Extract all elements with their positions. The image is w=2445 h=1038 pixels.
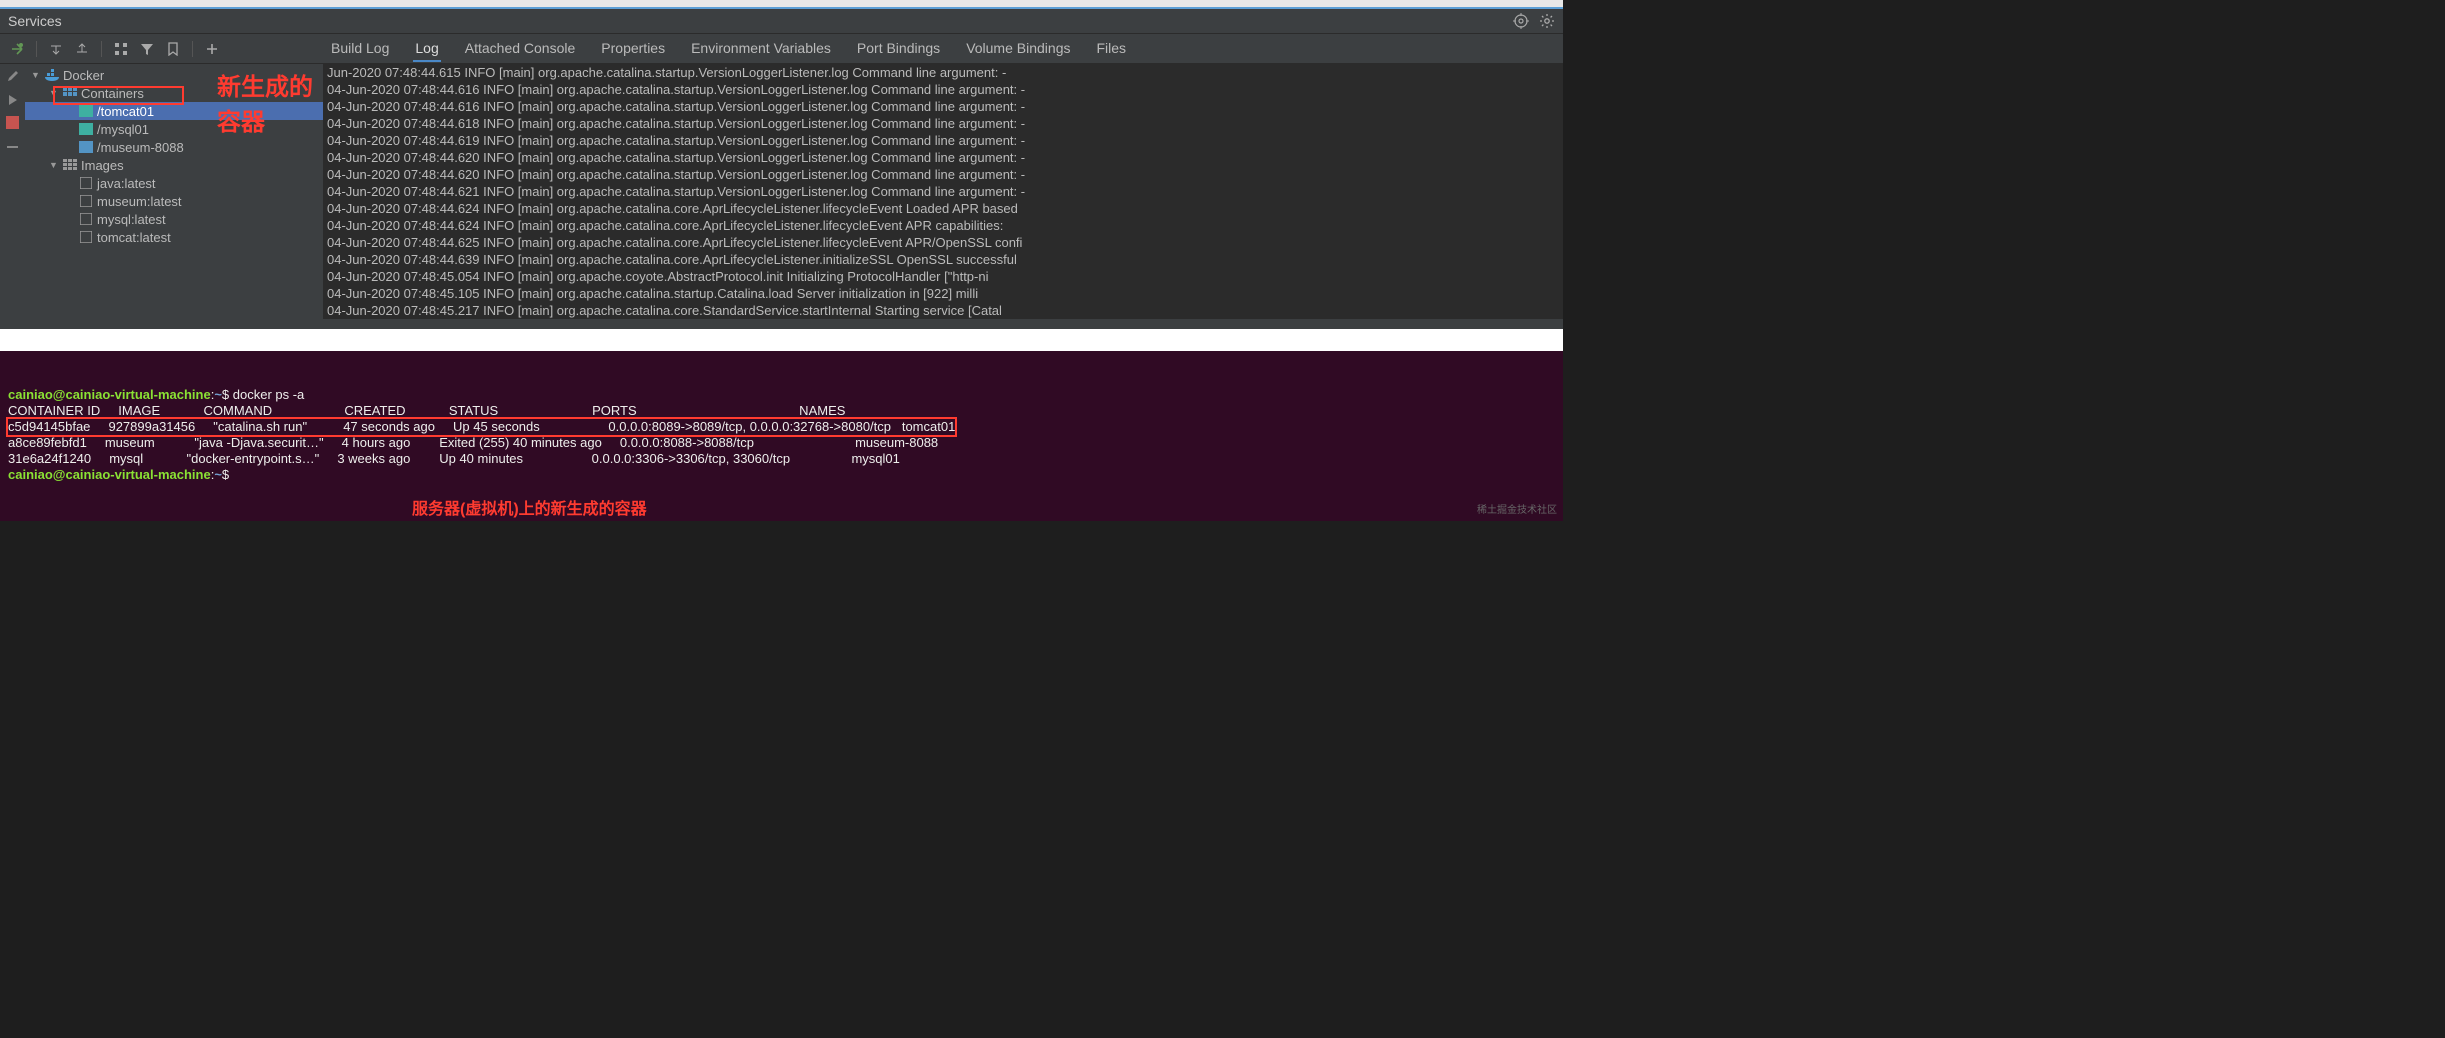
tree-label: tomcat:latest: [97, 230, 171, 245]
tree-images[interactable]: ▼ Images: [25, 156, 323, 174]
panel-title: Services: [8, 13, 62, 29]
tabs: Build Log Log Attached Console Propertie…: [323, 34, 1563, 64]
tab-port-bindings[interactable]: Port Bindings: [855, 36, 942, 62]
tree-pane: 新生成的容器 ▼ Docker ▼ Containers /tomcat01 /…: [25, 64, 323, 329]
main-pane: Build Log Log Attached Console Propertie…: [323, 64, 1563, 329]
log-line: 04-Jun-2020 07:48:45.054 INFO [main] org…: [327, 268, 1559, 285]
tree-label: Containers: [81, 86, 144, 101]
log-line: 04-Jun-2020 07:48:44.624 INFO [main] org…: [327, 200, 1559, 217]
log-line: Jun-2020 07:48:44.615 INFO [main] org.ap…: [327, 64, 1559, 81]
tree-image-mysql[interactable]: mysql:latest: [25, 210, 323, 228]
grid-icon[interactable]: [110, 38, 132, 60]
tree-label: /mysql01: [97, 122, 149, 137]
log-line: 04-Jun-2020 07:48:44.620 INFO [main] org…: [327, 166, 1559, 183]
tree-label: mysql:latest: [97, 212, 166, 227]
container-running-icon: [79, 105, 93, 117]
tab-build-log[interactable]: Build Log: [329, 36, 391, 62]
terminal[interactable]: cainiao@cainiao-virtual-machine:~$ docke…: [0, 351, 1563, 521]
docker-icon: [45, 69, 59, 81]
tree-label: Docker: [63, 68, 104, 83]
title-strip: [0, 0, 1563, 9]
play-icon[interactable]: [6, 93, 19, 106]
tab-log[interactable]: Log: [413, 36, 440, 62]
tree-label: /museum-8088: [97, 140, 184, 155]
bookmark-icon[interactable]: [162, 38, 184, 60]
add-icon[interactable]: [201, 38, 223, 60]
tree-label: museum:latest: [97, 194, 182, 209]
tree-root-docker[interactable]: ▼ Docker: [25, 66, 323, 84]
tree-label: /tomcat01: [97, 104, 154, 119]
log-line: 04-Jun-2020 07:48:44.625 INFO [main] org…: [327, 234, 1559, 251]
tree-container-tomcat01[interactable]: /tomcat01: [25, 102, 323, 120]
log-line: 04-Jun-2020 07:48:44.620 INFO [main] org…: [327, 149, 1559, 166]
log-area[interactable]: Jun-2020 07:48:44.615 INFO [main] org.ap…: [323, 64, 1563, 319]
stop-icon[interactable]: [6, 116, 19, 129]
filter-icon[interactable]: [136, 38, 158, 60]
gear-icon[interactable]: [1539, 13, 1555, 29]
log-line: 04-Jun-2020 07:48:44.616 INFO [main] org…: [327, 98, 1559, 115]
terminal-prompt: cainiao@cainiao-virtual-machine:~$ docke…: [8, 387, 1555, 403]
minus-icon[interactable]: [6, 141, 19, 154]
log-line: 04-Jun-2020 07:48:44.621 INFO [main] org…: [327, 183, 1559, 200]
tree-container-mysql01[interactable]: /mysql01: [25, 120, 323, 138]
image-icon: [79, 231, 93, 243]
image-icon: [79, 177, 93, 189]
tab-properties[interactable]: Properties: [599, 36, 667, 62]
edit-icon[interactable]: [6, 70, 19, 83]
separator: [192, 41, 193, 57]
log-line: 04-Jun-2020 07:48:44.619 INFO [main] org…: [327, 132, 1559, 149]
separator: [36, 41, 37, 57]
annotation-bottom: 服务器(虚拟机)上的新生成的容器: [412, 502, 647, 518]
tab-files[interactable]: Files: [1094, 36, 1128, 62]
target-icon[interactable]: [1513, 13, 1529, 29]
terminal-prompt: cainiao@cainiao-virtual-machine:~$: [8, 467, 1555, 483]
tree-label: Images: [81, 158, 124, 173]
gutter: [0, 64, 25, 329]
tree-image-museum[interactable]: museum:latest: [25, 192, 323, 210]
containers-icon: [63, 87, 77, 99]
collapse-all-icon[interactable]: [71, 38, 93, 60]
log-line: 04-Jun-2020 07:48:44.639 INFO [main] org…: [327, 251, 1559, 268]
tree-label: java:latest: [97, 176, 156, 191]
chevron-down-icon: ▼: [49, 160, 59, 170]
container-running-icon: [79, 123, 93, 135]
run-icon[interactable]: [6, 38, 28, 60]
separator: [101, 41, 102, 57]
log-line: 04-Jun-2020 07:48:45.217 INFO [main] org…: [327, 302, 1559, 319]
container-stopped-icon: [79, 141, 93, 153]
log-line: 04-Jun-2020 07:48:44.618 INFO [main] org…: [327, 115, 1559, 132]
tree-image-tomcat[interactable]: tomcat:latest: [25, 228, 323, 246]
panel-header: Services: [0, 9, 1563, 34]
tab-env-vars[interactable]: Environment Variables: [689, 36, 833, 62]
tree-container-museum[interactable]: /museum-8088: [25, 138, 323, 156]
gap: [0, 329, 1563, 351]
expand-all-icon[interactable]: [45, 38, 67, 60]
terminal-row: 31e6a24f1240 mysql "docker-entrypoint.s……: [8, 451, 1555, 467]
tree-image-java[interactable]: java:latest: [25, 174, 323, 192]
tab-attached-console[interactable]: Attached Console: [463, 36, 578, 62]
scrollbar[interactable]: [323, 319, 1563, 329]
terminal-row: a8ce89febfd1 museum "java -Djava.securit…: [8, 435, 1555, 451]
chevron-down-icon: ▼: [31, 70, 41, 80]
log-line: 04-Jun-2020 07:48:44.616 INFO [main] org…: [327, 81, 1559, 98]
image-icon: [79, 213, 93, 225]
chevron-down-icon: ▼: [49, 88, 59, 98]
tab-volume-bindings[interactable]: Volume Bindings: [964, 36, 1072, 62]
tree-containers[interactable]: ▼ Containers: [25, 84, 323, 102]
image-icon: [79, 195, 93, 207]
log-line: 04-Jun-2020 07:48:45.105 INFO [main] org…: [327, 285, 1559, 302]
images-icon: [63, 159, 77, 171]
terminal-row: c5d94145bfae 927899a31456 "catalina.sh r…: [8, 419, 1555, 435]
log-line: 04-Jun-2020 07:48:44.624 INFO [main] org…: [327, 217, 1559, 234]
watermark: 稀土掘金技术社区: [1477, 503, 1557, 519]
